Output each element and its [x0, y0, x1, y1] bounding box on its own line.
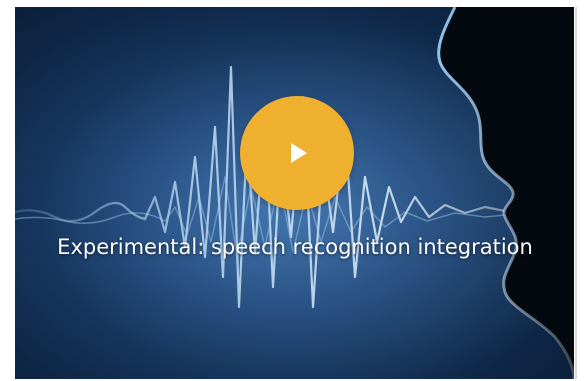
video-title: Experimental: speech recognition integra… — [57, 235, 533, 259]
play-button[interactable] — [240, 96, 354, 210]
video-thumbnail[interactable]: Experimental: speech recognition integra… — [15, 7, 574, 379]
card-border — [575, 7, 577, 379]
play-icon — [291, 143, 307, 163]
